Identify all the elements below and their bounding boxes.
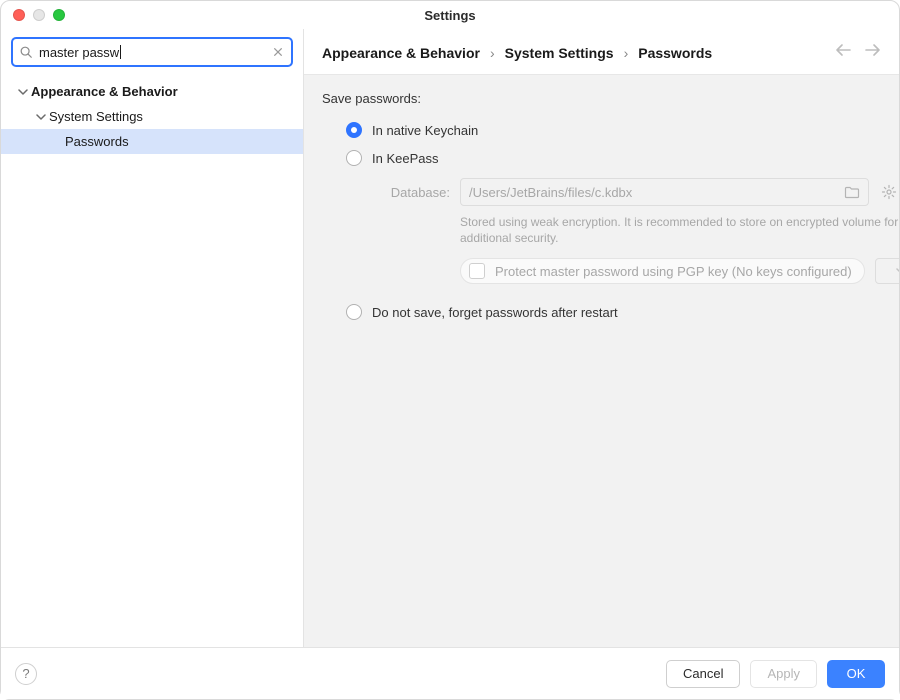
close-icon <box>273 47 283 57</box>
radio-keepass[interactable]: In KeePass <box>322 144 899 172</box>
cancel-button[interactable]: Cancel <box>666 660 740 688</box>
main-header: Appearance & Behavior › System Settings … <box>304 29 899 75</box>
tree-item-system-settings[interactable]: System Settings <box>1 104 303 129</box>
radio-label: In native Keychain <box>372 123 478 138</box>
checkbox-label: Protect master password using PGP key (N… <box>495 264 852 279</box>
radio-native-keychain[interactable]: In native Keychain <box>322 116 899 144</box>
breadcrumb-segment[interactable]: Appearance & Behavior <box>322 45 480 61</box>
search-input[interactable]: master passw <box>39 45 119 60</box>
close-window-button[interactable] <box>13 9 25 21</box>
database-path-value: /Users/JetBrains/files/c.kdbx <box>469 185 844 200</box>
nav-arrows <box>835 43 881 62</box>
arrow-left-icon <box>835 43 851 57</box>
radio-label: Do not save, forget passwords after rest… <box>372 305 618 320</box>
tree-item-label: Appearance & Behavior <box>31 84 178 99</box>
pgp-key-dropdown[interactable] <box>875 258 899 284</box>
radio-indicator <box>346 304 362 320</box>
breadcrumb-segment: Passwords <box>638 45 712 61</box>
ok-button[interactable]: OK <box>827 660 885 688</box>
section-label: Save passwords: <box>322 91 899 106</box>
keepass-options: Database: /Users/JetBrains/files/c.kdbx <box>322 178 899 284</box>
gear-icon <box>881 184 897 200</box>
settings-window: Settings master passw <box>0 0 900 700</box>
database-settings-button[interactable] <box>879 184 899 200</box>
radio-indicator <box>346 122 362 138</box>
arrow-right-icon <box>865 43 881 57</box>
chevron-right-icon: › <box>490 45 495 61</box>
search-icon <box>19 45 33 59</box>
database-path-input[interactable]: /Users/JetBrains/files/c.kdbx <box>460 178 869 206</box>
back-button[interactable] <box>835 43 851 62</box>
tree-item-label: System Settings <box>49 109 143 124</box>
settings-tree: Appearance & Behavior System Settings Pa… <box>1 73 303 154</box>
minimize-window-button[interactable] <box>33 9 45 21</box>
sidebar: master passw Appearance & Behavior <box>1 29 304 647</box>
apply-button[interactable]: Apply <box>750 660 817 688</box>
footer: ? Cancel Apply OK <box>1 647 899 699</box>
tree-item-passwords[interactable]: Passwords <box>1 129 303 154</box>
main-panel: Appearance & Behavior › System Settings … <box>304 29 899 647</box>
breadcrumb: Appearance & Behavior › System Settings … <box>322 45 712 61</box>
chevron-down-icon <box>17 86 29 98</box>
chevron-right-icon: › <box>624 45 629 61</box>
database-label: Database: <box>380 185 450 200</box>
tree-item-label: Passwords <box>65 134 129 149</box>
window-title: Settings <box>1 8 899 23</box>
database-field-row: Database: /Users/JetBrains/files/c.kdbx <box>380 178 899 206</box>
body: master passw Appearance & Behavior <box>1 29 899 647</box>
chevron-down-icon <box>896 266 899 276</box>
titlebar: Settings <box>1 1 899 29</box>
clear-search-button[interactable] <box>271 45 285 59</box>
protect-master-password-checkbox[interactable]: Protect master password using PGP key (N… <box>460 258 865 284</box>
folder-icon <box>844 185 860 199</box>
window-controls <box>1 9 65 21</box>
radio-label: In KeePass <box>372 151 439 166</box>
breadcrumb-segment[interactable]: System Settings <box>505 45 614 61</box>
forward-button[interactable] <box>865 43 881 62</box>
help-icon: ? <box>22 666 29 681</box>
radio-indicator <box>346 150 362 166</box>
database-help-text: Stored using weak encryption. It is reco… <box>380 214 899 246</box>
chevron-down-icon <box>35 111 47 123</box>
browse-button[interactable] <box>844 185 860 199</box>
protect-row: Protect master password using PGP key (N… <box>380 258 899 284</box>
text-caret <box>120 45 121 59</box>
content: Save passwords: In native Keychain In Ke… <box>304 75 899 647</box>
save-passwords-group: In native Keychain In KeePass Database: … <box>322 116 899 326</box>
search-box[interactable]: master passw <box>11 37 293 67</box>
zoom-window-button[interactable] <box>53 9 65 21</box>
tree-item-appearance-behavior[interactable]: Appearance & Behavior <box>1 79 303 104</box>
radio-do-not-save[interactable]: Do not save, forget passwords after rest… <box>322 298 899 326</box>
help-button[interactable]: ? <box>15 663 37 685</box>
checkbox-indicator <box>469 263 485 279</box>
